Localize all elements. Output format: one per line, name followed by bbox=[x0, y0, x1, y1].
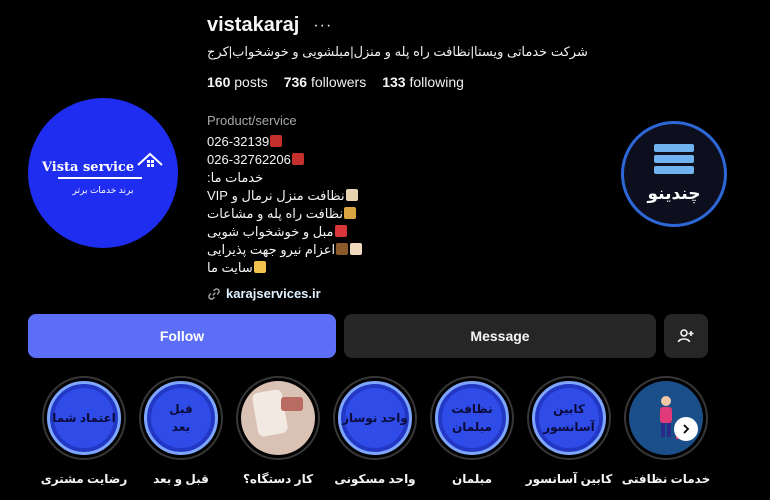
posts-stat[interactable]: 160 posts bbox=[207, 74, 268, 90]
link-icon bbox=[208, 287, 220, 300]
avatar-logo-text: Vista service bbox=[41, 159, 135, 175]
profile-full-name: شرکت خدماتی ویستا|نظافت راه پله و منزل|م… bbox=[207, 44, 588, 59]
house-emoji-icon bbox=[345, 189, 358, 201]
highlight-before-after[interactable]: قبل بعد قبل و بعد bbox=[139, 376, 223, 486]
sofa-icon bbox=[334, 225, 347, 237]
highlight-ring bbox=[236, 376, 320, 460]
badge-text: چندینو bbox=[647, 184, 701, 203]
add-person-icon bbox=[677, 329, 694, 343]
highlight-label: کار دستگاه؟ bbox=[242, 472, 314, 486]
followers-stat[interactable]: 736 followers bbox=[284, 74, 367, 90]
posts-label: posts bbox=[234, 74, 268, 90]
bio-line-services-heading: خدمات ما: bbox=[207, 170, 264, 185]
add-user-button[interactable] bbox=[664, 314, 708, 358]
profile-website-link[interactable]: karajservices.ir bbox=[207, 286, 321, 301]
ellipsis-icon[interactable]: ··· bbox=[313, 17, 332, 35]
profile-avatar[interactable]: Vista service برند خدمات برتر bbox=[28, 98, 178, 248]
posts-count: 160 bbox=[207, 74, 231, 90]
highlight-ring: اعتماد شما bbox=[42, 376, 126, 460]
profile-category: Product/service bbox=[207, 113, 297, 128]
website-link-text: karajservices.ir bbox=[226, 286, 321, 301]
highlight-cover: نظافت مبلمان bbox=[435, 381, 509, 455]
following-count: 133 bbox=[382, 74, 406, 90]
message-button[interactable]: Message bbox=[344, 314, 656, 358]
highlight-customer-satisfaction[interactable]: اعتماد شما رضایت مشتری bbox=[40, 376, 128, 486]
house-icon bbox=[137, 152, 163, 167]
highlight-furniture[interactable]: نظافت مبلمان مبلمان bbox=[430, 376, 514, 486]
highlight-machine-work[interactable]: کار دستگاه؟ bbox=[236, 376, 320, 486]
chevron-right-icon bbox=[683, 424, 690, 434]
highlight-ring bbox=[624, 376, 708, 460]
highlight-photo-cover bbox=[241, 381, 315, 455]
highlight-ring: نظافت مبلمان bbox=[430, 376, 514, 460]
bio-line-phone-2: 026-32762206 bbox=[207, 151, 467, 169]
highlight-cover: قبل بعد bbox=[144, 381, 218, 455]
server-stack-icon bbox=[654, 144, 694, 180]
story-highlights: اعتماد شما رضایت مشتری قبل بعد قبل و بعد… bbox=[0, 376, 770, 500]
phone-icon bbox=[291, 153, 304, 165]
highlight-ring: قبل بعد bbox=[139, 376, 223, 460]
bio-line-home-cleaning: نظافت منزل نرمال و VIP bbox=[207, 187, 467, 205]
highlight-cover: کابین آسانسور bbox=[532, 381, 606, 455]
next-highlights-button[interactable] bbox=[674, 417, 698, 441]
avatar-tagline: برند خدمات برتر bbox=[72, 184, 134, 195]
waiter-icon bbox=[350, 243, 363, 255]
avatar-logo: Vista service bbox=[42, 151, 164, 175]
pointing-down-icon bbox=[253, 261, 266, 273]
following-stat[interactable]: 133 following bbox=[382, 74, 464, 90]
highlight-elevator-cabin[interactable]: کابین آسانسور کابین آسانسور bbox=[525, 376, 613, 486]
briefcase-icon bbox=[336, 243, 349, 255]
highlight-cover: واحد نوساز bbox=[338, 381, 412, 455]
profile-header: vistakaraj ··· bbox=[207, 14, 332, 37]
highlight-residential-unit[interactable]: واحد نوساز واحد مسکونی bbox=[333, 376, 417, 486]
phone-icon bbox=[270, 135, 283, 147]
follow-button[interactable]: Follow bbox=[28, 314, 336, 358]
highlight-label: قبل و بعد bbox=[153, 472, 209, 486]
bio-line-stair-cleaning: نظافت راه پله و مشاعات bbox=[207, 205, 467, 223]
highlight-label: کابین آسانسور bbox=[525, 472, 613, 486]
profile-stats: 160 posts 736 followers 133 following bbox=[207, 74, 464, 90]
highlight-cover: اعتماد شما bbox=[47, 381, 121, 455]
highlight-ring: کابین آسانسور bbox=[527, 376, 611, 460]
highlight-label: خدمات نظافتی bbox=[621, 472, 711, 486]
followers-label: followers bbox=[310, 74, 367, 90]
username: vistakaraj bbox=[207, 14, 300, 36]
bio-line-furniture: مبل و خوشخواب شویی bbox=[207, 223, 467, 241]
highlight-label: رضایت مشتری bbox=[40, 472, 128, 486]
partner-badge: چندینو bbox=[621, 121, 727, 227]
profile-bio: 026-32139 026-32762206 خدمات ما: نظافت م… bbox=[207, 133, 467, 277]
bio-line-phone-1: 026-32139 bbox=[207, 133, 467, 151]
bio-line-staffing: اعزام نیرو جهت پذیرایی bbox=[207, 241, 467, 259]
followers-count: 736 bbox=[283, 74, 308, 90]
bio-line-website: سایت ما bbox=[207, 259, 467, 277]
following-label: following bbox=[409, 74, 464, 90]
highlight-ring: واحد نوساز bbox=[333, 376, 417, 460]
avatar-underline bbox=[58, 176, 142, 179]
broom-icon bbox=[344, 207, 357, 219]
highlight-label: مبلمان bbox=[451, 472, 493, 486]
highlight-label: واحد مسکونی bbox=[334, 472, 416, 486]
